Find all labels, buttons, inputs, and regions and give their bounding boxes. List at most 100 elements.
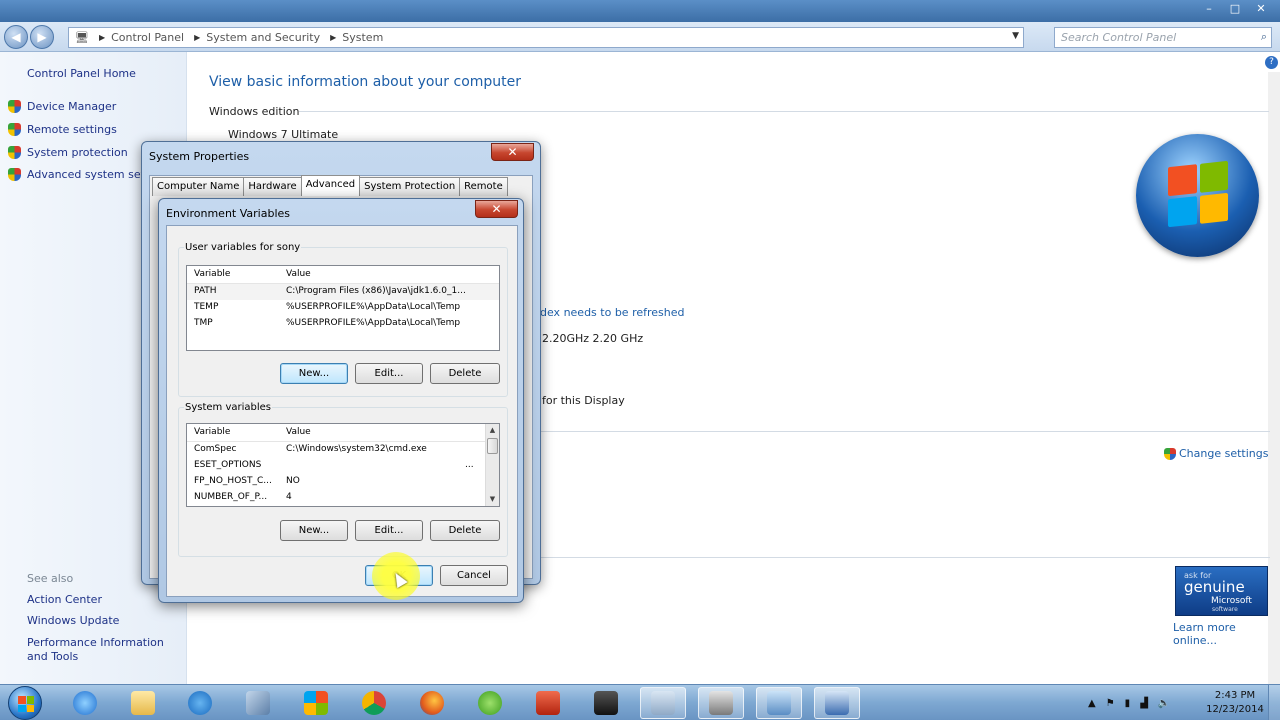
user-new-button[interactable]: New...: [280, 363, 348, 384]
learn-more-link[interactable]: Learn more online...: [1173, 621, 1280, 647]
internet-explorer-icon[interactable]: [62, 687, 108, 719]
document-glyph: [651, 691, 675, 715]
address-dropdown-icon[interactable]: ▼: [1012, 31, 1019, 41]
system-new-button[interactable]: New...: [280, 520, 348, 541]
power-icon[interactable]: ▮: [1125, 698, 1131, 709]
file-explorer-icon[interactable]: [120, 687, 166, 719]
user-edit-button[interactable]: Edit...: [355, 363, 423, 384]
table-row[interactable]: NUMBER_OF_P... 4: [187, 490, 499, 506]
address-field[interactable]: 🖥 ▶ Control Panel ▶ System and Security …: [68, 27, 1024, 48]
action-center-link[interactable]: Action Center: [27, 593, 102, 606]
chrome-glyph: [362, 691, 386, 715]
breadcrumb-system[interactable]: System: [342, 31, 383, 44]
scroll-up-icon[interactable]: ▲: [486, 424, 499, 437]
windows-flag-icon: [18, 696, 34, 712]
firefox-icon[interactable]: [409, 687, 455, 719]
control-panel-glyph: [767, 691, 791, 715]
main-scrollbar[interactable]: [1268, 72, 1280, 684]
control-panel-home-link[interactable]: Control Panel Home: [27, 67, 136, 80]
refresh-index-link[interactable]: dex needs to be refreshed: [540, 306, 685, 319]
system-delete-button[interactable]: Delete: [430, 520, 500, 541]
table-row[interactable]: ESET_OPTIONS ...: [187, 458, 499, 474]
volume-icon[interactable]: 🔈: [1158, 698, 1170, 709]
control-panel-task-icon[interactable]: [756, 687, 802, 719]
system-protection-link[interactable]: System protection: [8, 146, 128, 159]
device-manager-label: Device Manager: [27, 100, 117, 113]
help-icon[interactable]: ?: [1265, 56, 1278, 69]
table-row[interactable]: FP_NO_HOST_C... NO: [187, 474, 499, 490]
cancel-button[interactable]: Cancel: [440, 565, 508, 586]
filezilla-icon[interactable]: [525, 687, 571, 719]
flag-yellow: [1199, 192, 1228, 224]
table-row[interactable]: PATH C:\Program Files (x86)\Java\jdk1.6.…: [187, 284, 499, 300]
shield-icon: [8, 123, 21, 136]
genuine-microsoft-badge[interactable]: ask for genuine Microsoft software: [1175, 566, 1268, 616]
breadcrumb-separator-icon: ▶: [330, 33, 337, 42]
breadcrumb-control-panel[interactable]: Control Panel: [111, 31, 184, 44]
chrome-icon[interactable]: [351, 687, 397, 719]
windows-edition-heading: Windows edition: [209, 105, 1275, 118]
row-value: NO: [286, 476, 300, 486]
clock-date: 12/23/2014: [1206, 704, 1264, 715]
forward-button[interactable]: ▶: [30, 25, 54, 49]
table-row[interactable]: TMP %USERPROFILE%\AppData\Local\Temp: [187, 316, 499, 332]
start-button[interactable]: [8, 686, 42, 720]
col-variable[interactable]: Variable: [194, 427, 230, 437]
system-variables-list[interactable]: Variable Value ComSpec C:\Windows\system…: [186, 423, 500, 507]
document-app-icon[interactable]: [640, 687, 686, 719]
show-hidden-icons-icon[interactable]: ▲: [1088, 698, 1096, 709]
tab-remote[interactable]: Remote: [459, 177, 508, 196]
list-header: Variable Value: [187, 266, 499, 284]
system-properties-close-icon[interactable]: ✕: [491, 143, 534, 161]
installer-app-icon[interactable]: [235, 687, 281, 719]
environment-variables-close-icon[interactable]: ✕: [475, 200, 518, 218]
col-value[interactable]: Value: [286, 269, 311, 279]
scroll-down-icon[interactable]: ▼: [486, 493, 499, 506]
row-value: %USERPROFILE%\AppData\Local\Temp: [286, 318, 461, 328]
tab-system-protection[interactable]: System Protection: [359, 177, 461, 196]
system-variables-scrollbar[interactable]: ▲ ▼: [485, 424, 499, 506]
network-icon[interactable]: ▟: [1140, 698, 1148, 709]
device-manager-link[interactable]: Device Manager: [8, 100, 116, 113]
installer-glyph: [246, 691, 270, 715]
tab-advanced[interactable]: Advanced: [300, 175, 361, 196]
system-edit-button[interactable]: Edit...: [355, 520, 423, 541]
clock[interactable]: 2:43 PM 12/23/2014: [1205, 689, 1265, 717]
user-variables-list[interactable]: Variable Value PATH C:\Program Files (x8…: [186, 265, 500, 351]
back-button[interactable]: ◀: [4, 25, 28, 49]
show-desktop-button[interactable]: [1268, 685, 1280, 720]
table-row[interactable]: ComSpec C:\Windows\system32\cmd.exe: [187, 442, 499, 458]
environment-variables-title: Environment Variables: [166, 207, 291, 220]
scroll-thumb[interactable]: [487, 438, 498, 454]
see-also-heading: See also: [27, 572, 74, 585]
remote-settings-link[interactable]: Remote settings: [8, 123, 117, 136]
control-panel-icon: 🖥: [75, 31, 89, 44]
tab-hardware[interactable]: Hardware: [243, 177, 302, 196]
tab-computer-name[interactable]: Computer Name: [152, 177, 245, 196]
recorder-app-icon[interactable]: [698, 687, 744, 719]
col-variable[interactable]: Variable: [194, 269, 230, 279]
search-icon[interactable]: ⌕: [1261, 30, 1267, 44]
windows-update-link[interactable]: Windows Update: [27, 614, 119, 627]
office-app-icon[interactable]: [293, 687, 339, 719]
breadcrumb-system-security[interactable]: System and Security: [206, 31, 320, 44]
change-settings-link[interactable]: Change settings: [1164, 447, 1268, 460]
share-glyph: [188, 691, 212, 715]
media-app-icon[interactable]: [583, 687, 629, 719]
user-delete-button[interactable]: Delete: [430, 363, 500, 384]
performance-info-link[interactable]: Performance Information and Tools: [27, 636, 182, 664]
system-properties-task-icon[interactable]: [814, 687, 860, 719]
address-bar-area: ◀ ▶ 🖥 ▶ Control Panel ▶ System and Secur…: [0, 22, 1280, 52]
ie-glyph: [73, 691, 97, 715]
recorder-glyph: [709, 691, 733, 715]
search-input[interactable]: Search Control Panel ⌕: [1054, 27, 1272, 48]
table-row[interactable]: TEMP %USERPROFILE%\AppData\Local\Temp: [187, 300, 499, 316]
share-app-icon[interactable]: [177, 687, 223, 719]
col-value[interactable]: Value: [286, 427, 311, 437]
maximize-button[interactable]: □: [1222, 0, 1248, 18]
action-center-flag-icon[interactable]: ⚑: [1106, 698, 1115, 709]
close-button[interactable]: ✕: [1248, 0, 1274, 18]
utorrent-icon[interactable]: [467, 687, 513, 719]
minimize-button[interactable]: –: [1196, 0, 1222, 18]
windows-edition-value: Windows 7 Ultimate: [228, 128, 339, 141]
